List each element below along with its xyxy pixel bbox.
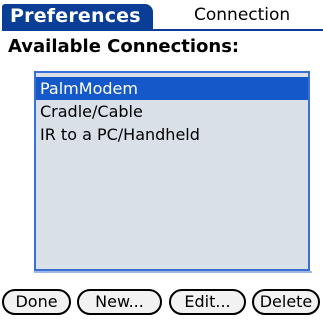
category-selector[interactable]: Connection: [194, 3, 323, 27]
list-item-palmmodem[interactable]: PalmModem: [36, 77, 308, 100]
edit-button[interactable]: Edit...: [169, 289, 246, 315]
connections-list[interactable]: PalmModem Cradle/Cable IR to a PC/Handhe…: [34, 71, 310, 271]
list-border-shadow: [34, 271, 312, 273]
title-underline: [2, 29, 323, 31]
list-item-cradle-cable[interactable]: Cradle/Cable: [36, 100, 308, 123]
list-item-ir-to-pc-handheld[interactable]: IR to a PC/Handheld: [36, 123, 308, 146]
new-button[interactable]: New...: [77, 289, 162, 315]
done-button[interactable]: Done: [2, 289, 71, 315]
app-title[interactable]: Preferences: [10, 5, 141, 27]
title-bar: Preferences Connection: [0, 0, 323, 31]
title-tab: Preferences: [2, 4, 153, 31]
section-label: Available Connections:: [8, 36, 240, 57]
delete-button[interactable]: Delete: [252, 289, 320, 315]
